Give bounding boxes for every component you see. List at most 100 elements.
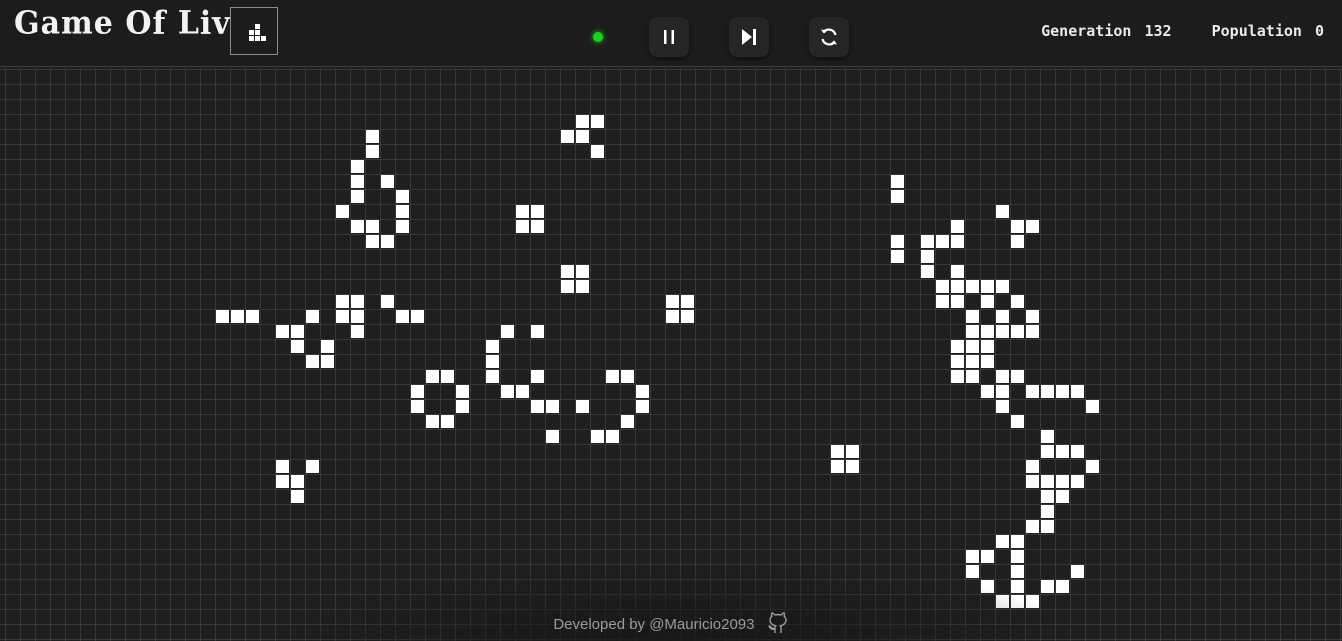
live-cell[interactable] <box>981 355 994 368</box>
live-cell[interactable] <box>951 220 964 233</box>
live-cell[interactable] <box>336 295 349 308</box>
live-cell[interactable] <box>1026 595 1039 608</box>
live-cell[interactable] <box>966 355 979 368</box>
live-cell[interactable] <box>531 370 544 383</box>
live-cell[interactable] <box>636 400 649 413</box>
live-cell[interactable] <box>981 385 994 398</box>
live-cell[interactable] <box>981 340 994 353</box>
live-cell[interactable] <box>1026 310 1039 323</box>
live-cell[interactable] <box>351 175 364 188</box>
live-cell[interactable] <box>501 325 514 338</box>
live-cell[interactable] <box>1041 490 1054 503</box>
live-cell[interactable] <box>321 340 334 353</box>
live-cell[interactable] <box>1041 580 1054 593</box>
live-cell[interactable] <box>381 235 394 248</box>
live-cell[interactable] <box>1011 415 1024 428</box>
live-cell[interactable] <box>486 370 499 383</box>
live-cell[interactable] <box>951 280 964 293</box>
live-cell[interactable] <box>1071 565 1084 578</box>
live-cell[interactable] <box>1056 490 1069 503</box>
live-cell[interactable] <box>576 400 589 413</box>
live-cell[interactable] <box>951 370 964 383</box>
live-cell[interactable] <box>891 175 904 188</box>
live-cell[interactable] <box>366 235 379 248</box>
live-cell[interactable] <box>1041 385 1054 398</box>
live-cell[interactable] <box>306 355 319 368</box>
live-cell[interactable] <box>666 295 679 308</box>
live-cell[interactable] <box>216 310 229 323</box>
live-cell[interactable] <box>1041 430 1054 443</box>
live-cell[interactable] <box>486 340 499 353</box>
live-cell[interactable] <box>291 475 304 488</box>
live-cell[interactable] <box>441 415 454 428</box>
live-cell[interactable] <box>531 220 544 233</box>
live-cell[interactable] <box>951 355 964 368</box>
live-cell[interactable] <box>531 205 544 218</box>
live-cell[interactable] <box>1026 325 1039 338</box>
live-cell[interactable] <box>966 565 979 578</box>
live-cell[interactable] <box>576 115 589 128</box>
live-cell[interactable] <box>966 280 979 293</box>
live-cell[interactable] <box>996 400 1009 413</box>
live-cell[interactable] <box>681 295 694 308</box>
live-cell[interactable] <box>546 400 559 413</box>
live-cell[interactable] <box>1056 475 1069 488</box>
live-cell[interactable] <box>1071 385 1084 398</box>
live-cell[interactable] <box>891 190 904 203</box>
live-cell[interactable] <box>576 130 589 143</box>
github-icon[interactable] <box>767 611 789 639</box>
live-cell[interactable] <box>426 370 439 383</box>
live-cell[interactable] <box>966 310 979 323</box>
live-cell[interactable] <box>891 250 904 263</box>
live-cell[interactable] <box>516 220 529 233</box>
live-cell[interactable] <box>366 220 379 233</box>
live-cell[interactable] <box>996 535 1009 548</box>
live-cell[interactable] <box>1026 520 1039 533</box>
live-cell[interactable] <box>891 235 904 248</box>
live-cell[interactable] <box>306 460 319 473</box>
live-cell[interactable] <box>276 460 289 473</box>
live-cell[interactable] <box>1011 535 1024 548</box>
live-cell[interactable] <box>936 235 949 248</box>
live-cell[interactable] <box>351 295 364 308</box>
live-cell[interactable] <box>981 280 994 293</box>
live-cell[interactable] <box>981 580 994 593</box>
live-cell[interactable] <box>1011 235 1024 248</box>
live-cell[interactable] <box>1011 550 1024 563</box>
live-cell[interactable] <box>561 265 574 278</box>
live-cell[interactable] <box>561 280 574 293</box>
live-cell[interactable] <box>276 475 289 488</box>
live-cell[interactable] <box>351 325 364 338</box>
live-cell[interactable] <box>1056 580 1069 593</box>
live-cell[interactable] <box>1026 385 1039 398</box>
live-cell[interactable] <box>531 325 544 338</box>
live-cell[interactable] <box>966 325 979 338</box>
live-cell[interactable] <box>351 190 364 203</box>
live-cell[interactable] <box>1026 475 1039 488</box>
live-cell[interactable] <box>996 280 1009 293</box>
live-cell[interactable] <box>576 265 589 278</box>
live-cell[interactable] <box>351 220 364 233</box>
live-cell[interactable] <box>396 310 409 323</box>
live-cell[interactable] <box>501 385 514 398</box>
live-cell[interactable] <box>996 370 1009 383</box>
live-cell[interactable] <box>996 325 1009 338</box>
live-cell[interactable] <box>636 385 649 398</box>
live-cell[interactable] <box>966 340 979 353</box>
step-button[interactable] <box>729 17 769 57</box>
live-cell[interactable] <box>291 490 304 503</box>
live-cell[interactable] <box>921 235 934 248</box>
live-cell[interactable] <box>456 385 469 398</box>
live-cell[interactable] <box>351 310 364 323</box>
live-cell[interactable] <box>1026 220 1039 233</box>
live-cell[interactable] <box>606 430 619 443</box>
live-cell[interactable] <box>1026 460 1039 473</box>
live-cell[interactable] <box>681 310 694 323</box>
live-cell[interactable] <box>621 370 634 383</box>
live-cell[interactable] <box>336 205 349 218</box>
live-cell[interactable] <box>321 355 334 368</box>
game-board[interactable] <box>0 68 1342 641</box>
live-cell[interactable] <box>1011 580 1024 593</box>
live-cell[interactable] <box>966 370 979 383</box>
live-cell[interactable] <box>936 295 949 308</box>
